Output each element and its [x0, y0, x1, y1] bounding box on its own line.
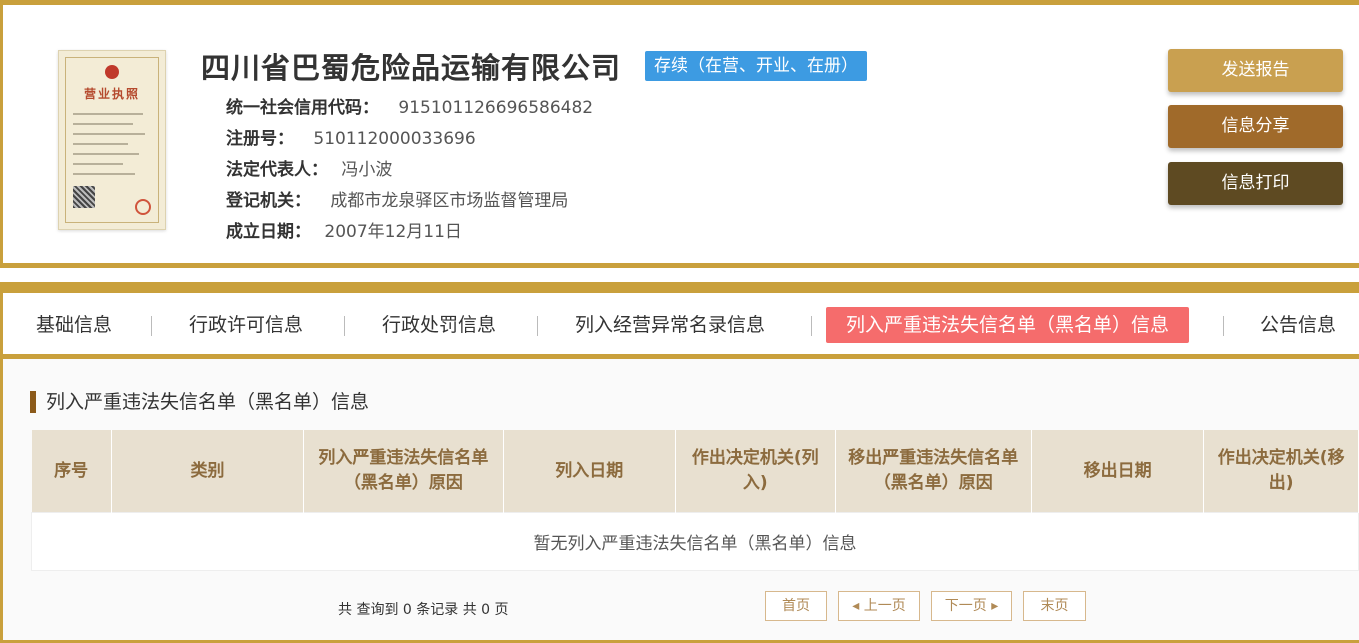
print-info-button[interactable]: 信息打印: [1168, 162, 1343, 205]
column-header: 移出日期: [1031, 430, 1205, 513]
column-header: 类别: [111, 430, 305, 513]
share-info-button[interactable]: 信息分享: [1168, 105, 1343, 148]
field-label: 法定代表人：: [226, 160, 328, 180]
blacklist-section: 列入严重违法失信名单（黑名单）信息 序号 类别 列入严重违法失信名单（黑名单）原…: [0, 359, 1359, 643]
tab-divider: [537, 316, 538, 336]
qr-code-icon: [73, 186, 95, 208]
tab-divider: [1223, 316, 1224, 336]
tab-divider: [151, 316, 152, 336]
company-name: 四川省巴蜀危险品运输有限公司: [201, 51, 622, 85]
tab-abnormal-operation[interactable]: 列入经营异常名录信息: [575, 307, 765, 343]
blacklist-table: 序号 类别 列入严重违法失信名单（黑名单）原因 列入日期 作出决定机关(列入) …: [31, 430, 1359, 571]
field-value: 915101126696586482: [398, 98, 594, 118]
legal-representative-row: 法定代表人： 冯小波: [226, 155, 392, 180]
record-summary: 共 查询到 0 条记录 共 0 页: [338, 602, 509, 618]
table-header-row: 序号 类别 列入严重违法失信名单（黑名单）原因 列入日期 作出决定机关(列入) …: [31, 430, 1359, 513]
license-title: 营业执照: [83, 87, 140, 101]
column-header: 序号: [31, 430, 112, 513]
tab-announcements[interactable]: 公告信息: [1260, 307, 1336, 343]
last-page-button[interactable]: 末页: [1023, 591, 1086, 621]
business-license-image: 营业执照: [58, 50, 166, 230]
field-value: 成都市龙泉驿区市场监督管理局: [330, 191, 569, 211]
tab-divider: [344, 316, 345, 336]
column-header: 移出严重违法失信名单（黑名单）原因: [835, 430, 1032, 513]
establishment-date-row: 成立日期： 2007年12月11日: [226, 217, 462, 242]
official-seal-icon: [135, 199, 151, 215]
field-label: 登记机关：: [226, 191, 311, 211]
tab-administrative-license[interactable]: 行政许可信息: [189, 307, 303, 343]
field-label: 注册号：: [226, 129, 294, 149]
first-page-button[interactable]: 首页: [765, 591, 827, 621]
field-label: 统一社会信用代码：: [226, 98, 379, 118]
tab-blacklist[interactable]: 列入严重违法失信名单（黑名单）信息: [826, 307, 1190, 343]
column-header: 列入严重违法失信名单（黑名单）原因: [303, 430, 504, 513]
column-header: 列入日期: [503, 430, 677, 513]
send-report-button[interactable]: 发送报告: [1168, 49, 1343, 92]
column-header: 作出决定机关(列入): [675, 430, 836, 513]
tab-divider: [811, 316, 812, 336]
column-header: 作出决定机关(移出): [1203, 430, 1359, 513]
status-badge: 存续（在营、开业、在册）: [645, 51, 867, 81]
table-row: 暂无列入严重违法失信名单（黑名单）信息: [31, 512, 1359, 571]
registration-number-row: 注册号： 510112000033696: [226, 124, 476, 149]
field-value: 510112000033696: [313, 129, 476, 149]
section-title: 列入严重违法失信名单（黑名单）信息: [30, 391, 369, 413]
company-header: 营业执照 四川省巴蜀危险品运输有限公司 存续（在营、开业、在册） 统一社会信用代…: [0, 0, 1359, 268]
tab-administrative-penalty[interactable]: 行政处罚信息: [382, 307, 496, 343]
next-page-button[interactable]: 下一页 ▸: [931, 591, 1012, 621]
empty-message: 暂无列入严重违法失信名单（黑名单）信息: [31, 512, 1359, 571]
prev-page-button[interactable]: ◂ 上一页: [838, 591, 920, 621]
credit-code-row: 统一社会信用代码： 915101126696586482: [226, 93, 593, 118]
field-label: 成立日期：: [226, 222, 311, 242]
registration-authority-row: 登记机关： 成都市龙泉驿区市场监督管理局: [226, 186, 568, 211]
field-value: 冯小波: [341, 160, 393, 180]
national-emblem-icon: [105, 65, 119, 79]
info-tabs: 基础信息 行政许可信息 行政处罚信息 列入经营异常名录信息 列入严重违法失信名单…: [0, 282, 1359, 359]
tab-basic-info[interactable]: 基础信息: [36, 307, 112, 343]
field-value: 2007年12月11日: [324, 222, 462, 242]
